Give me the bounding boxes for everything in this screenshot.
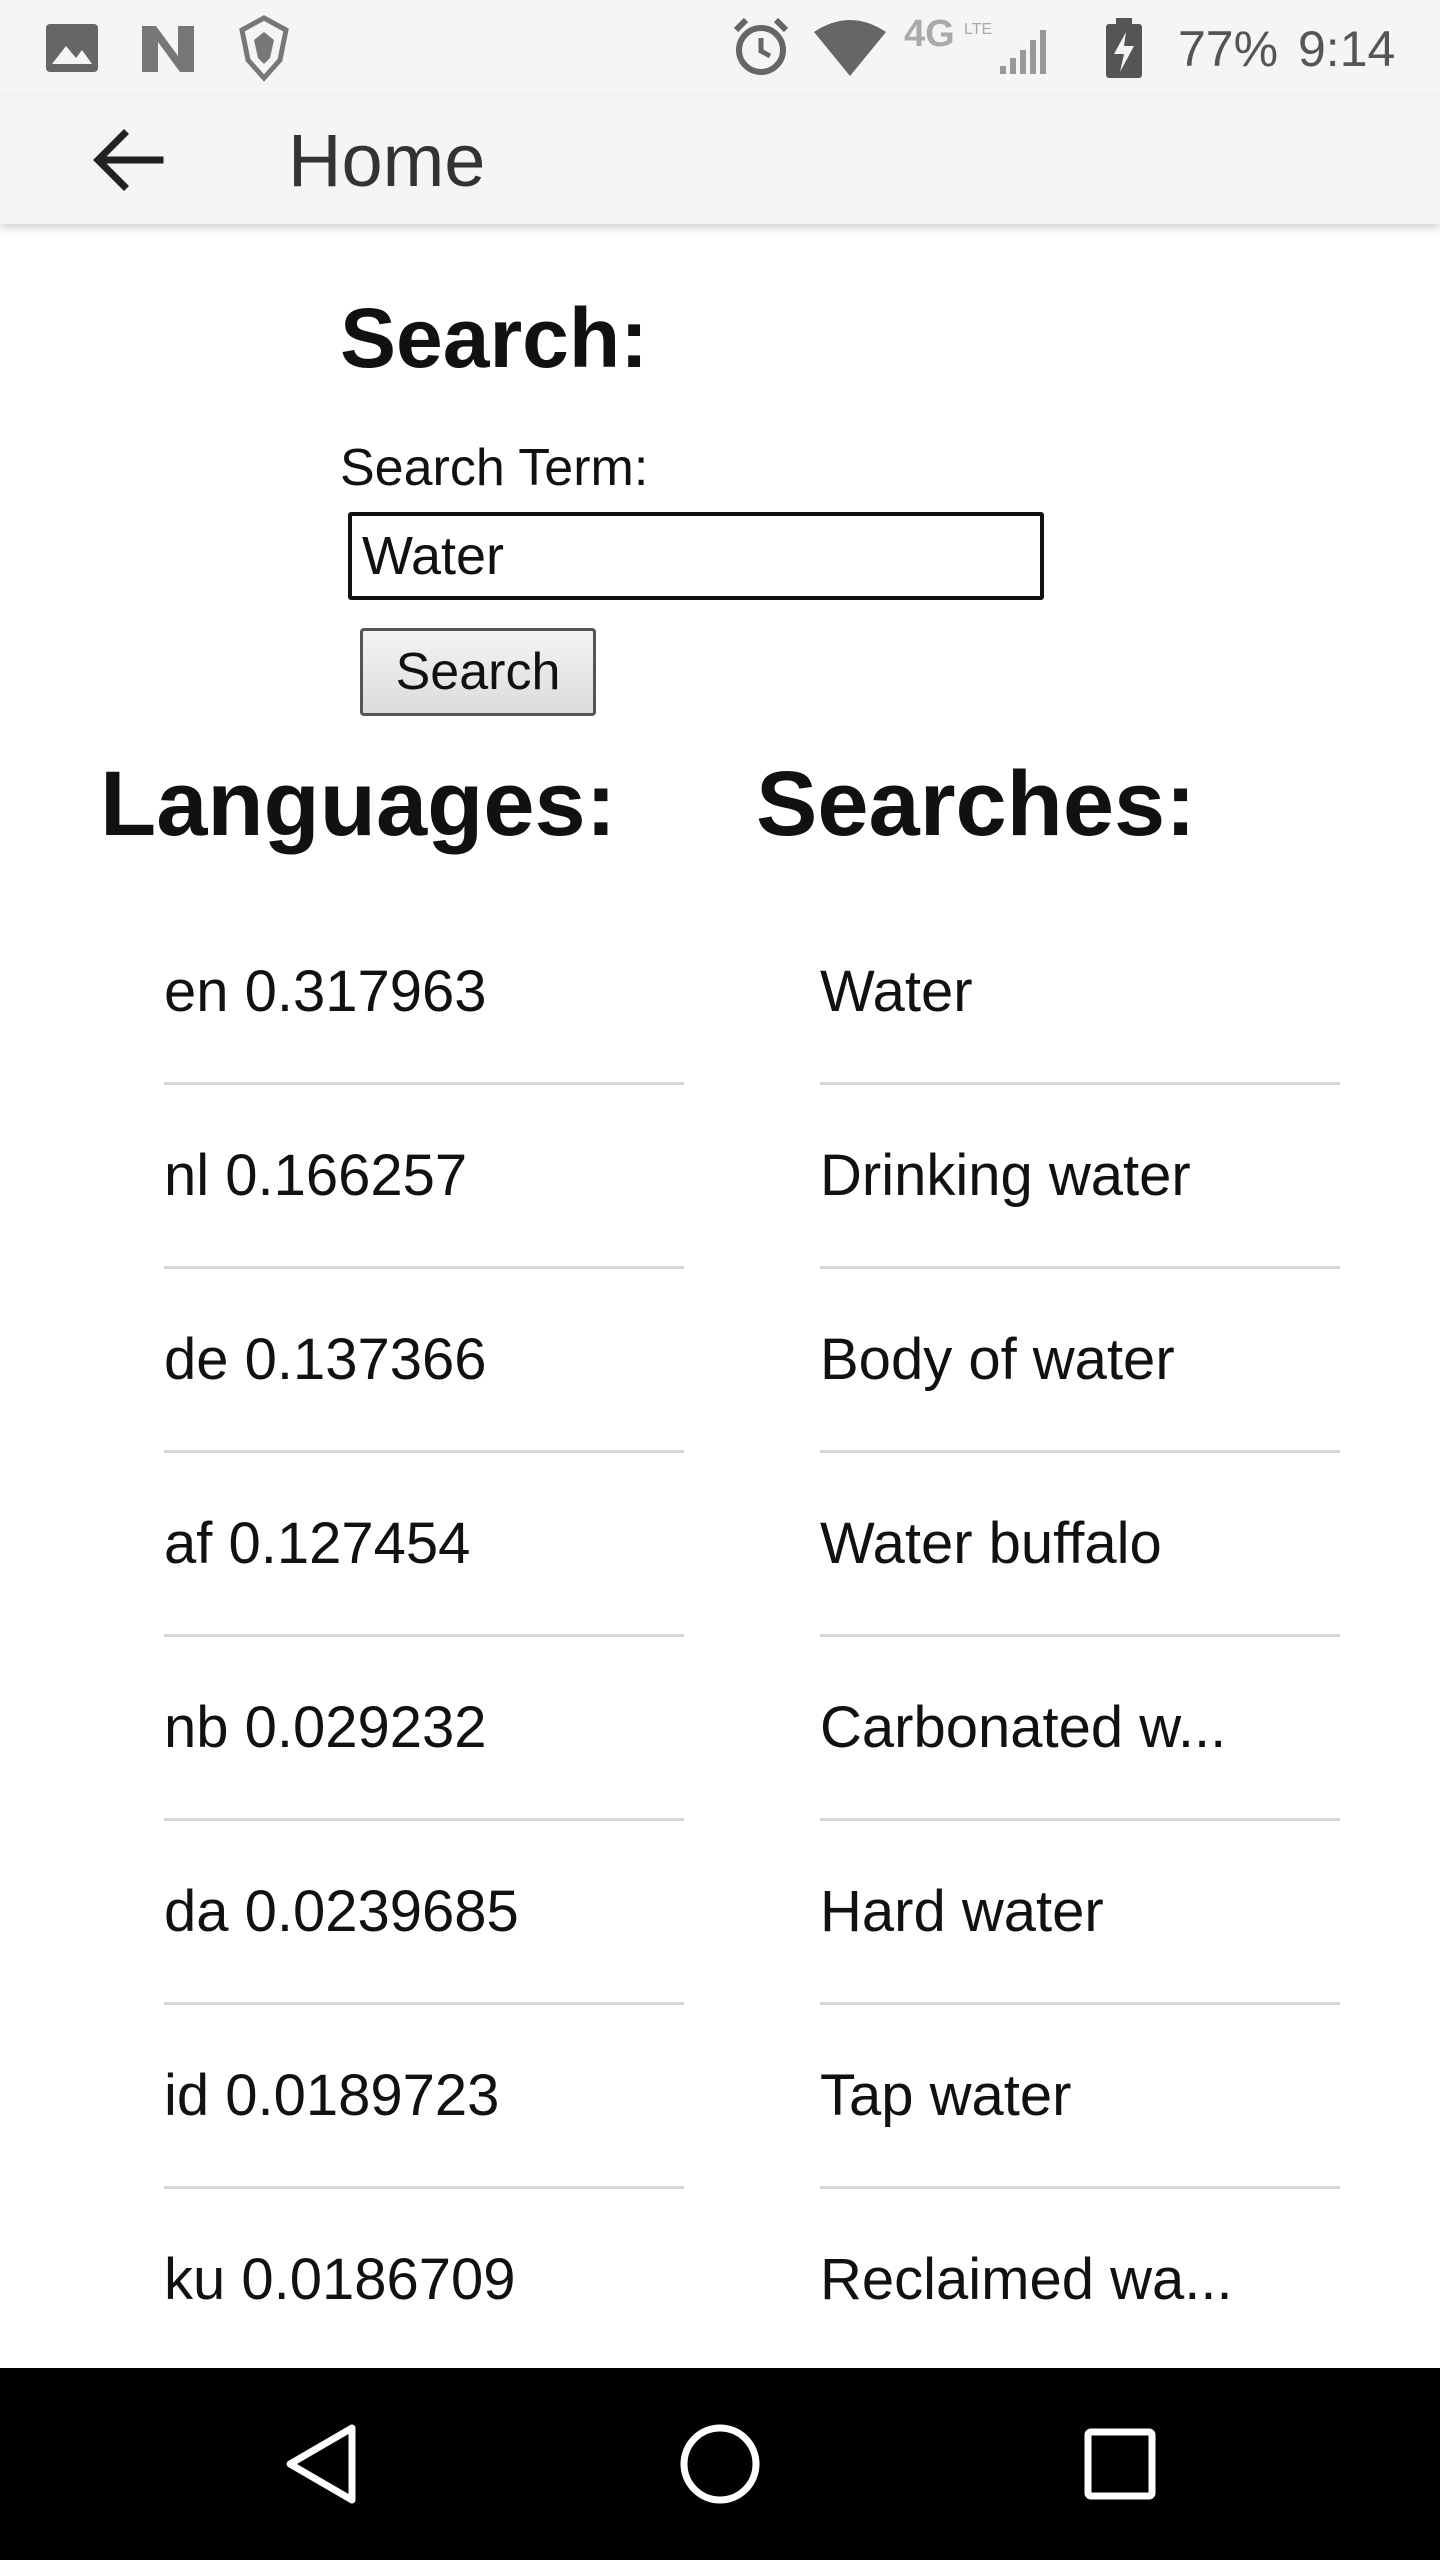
languages-list: en 0.317963 nl 0.166257 de 0.137366 af 0… (164, 900, 684, 2373)
searches-heading: Searches: (756, 753, 1196, 855)
language-item-label: de 0.137366 (164, 1327, 487, 1392)
search-term-label: Search Term: (340, 439, 649, 497)
search-result-item[interactable]: Body of water (820, 1268, 1340, 1453)
search-result-label: Carbonated w... (820, 1695, 1227, 1760)
n-icon (142, 26, 194, 72)
language-item: en 0.317963 (164, 900, 684, 1085)
image-icon (46, 24, 98, 72)
language-item: da 0.0239685 (164, 1820, 684, 2005)
wifi-icon (814, 20, 886, 76)
clock: 9:14 (1298, 21, 1396, 77)
search-result-item[interactable]: Water (820, 900, 1340, 1085)
search-result-label: Water (820, 959, 973, 1024)
language-item: nl 0.166257 (164, 1084, 684, 1269)
search-input[interactable] (348, 512, 1044, 600)
shield-app-icon (239, 15, 289, 82)
search-result-item[interactable]: Reclaimed wa... (820, 2188, 1340, 2373)
search-result-label: Hard water (820, 1879, 1104, 1944)
language-item: de 0.137366 (164, 1268, 684, 1453)
language-item-label: nb 0.029232 (164, 1695, 487, 1760)
recents-square-icon (1084, 2428, 1156, 2500)
svg-text:4G: 4G (904, 13, 955, 55)
search-result-label: Drinking water (820, 1143, 1191, 1208)
svg-text:LTE: LTE (964, 21, 992, 38)
battery-percentage: 77% (1178, 21, 1279, 77)
nav-home-button[interactable] (620, 2368, 820, 2560)
signal-icon (1000, 30, 1046, 74)
search-result-item[interactable]: Carbonated w... (820, 1636, 1340, 1821)
navigation-bar (0, 2368, 1440, 2560)
language-item-label: en 0.317963 (164, 959, 487, 1024)
search-result-item[interactable]: Drinking water (820, 1084, 1340, 1269)
language-item-label: id 0.0189723 (164, 2063, 500, 2128)
language-item: nb 0.029232 (164, 1636, 684, 1821)
language-item: af 0.127454 (164, 1452, 684, 1637)
nav-back-button[interactable] (222, 2368, 422, 2560)
app-bar: Home (0, 96, 1440, 224)
alarm-icon (733, 17, 789, 75)
languages-heading: Languages: (100, 753, 617, 855)
lte-icon: 4G LTE (904, 13, 992, 55)
status-bar: 4G LTE 77% 9:14 (0, 0, 1440, 96)
search-result-label: Tap water (820, 2063, 1072, 2128)
page-title: Home (288, 119, 486, 202)
search-heading: Search: (340, 291, 649, 385)
language-item-label: af 0.127454 (164, 1511, 471, 1576)
search-result-label: Reclaimed wa... (820, 2247, 1233, 2312)
search-result-item[interactable]: Tap water (820, 2004, 1340, 2189)
battery-charging-icon (1106, 18, 1142, 78)
language-item: id 0.0189723 (164, 2004, 684, 2189)
search-result-label: Body of water (820, 1327, 1175, 1392)
arrow-back-icon (93, 129, 164, 191)
language-item-label: ku 0.0186709 (164, 2247, 516, 2312)
search-result-item[interactable]: Water buffalo (820, 1452, 1340, 1637)
language-item: ku 0.0186709 (164, 2188, 684, 2373)
back-button[interactable] (78, 96, 178, 224)
search-result-item[interactable]: Hard water (820, 1820, 1340, 2005)
language-item-label: da 0.0239685 (164, 1879, 519, 1944)
nav-recents-button[interactable] (1020, 2368, 1220, 2560)
language-item-label: nl 0.166257 (164, 1143, 468, 1208)
searches-list: Water Drinking water Body of water Water… (820, 900, 1340, 2373)
search-result-label: Water buffalo (820, 1511, 1162, 1576)
search-button[interactable]: Search (360, 628, 596, 716)
home-circle-icon (680, 2424, 760, 2504)
back-triangle-icon (286, 2424, 356, 2504)
